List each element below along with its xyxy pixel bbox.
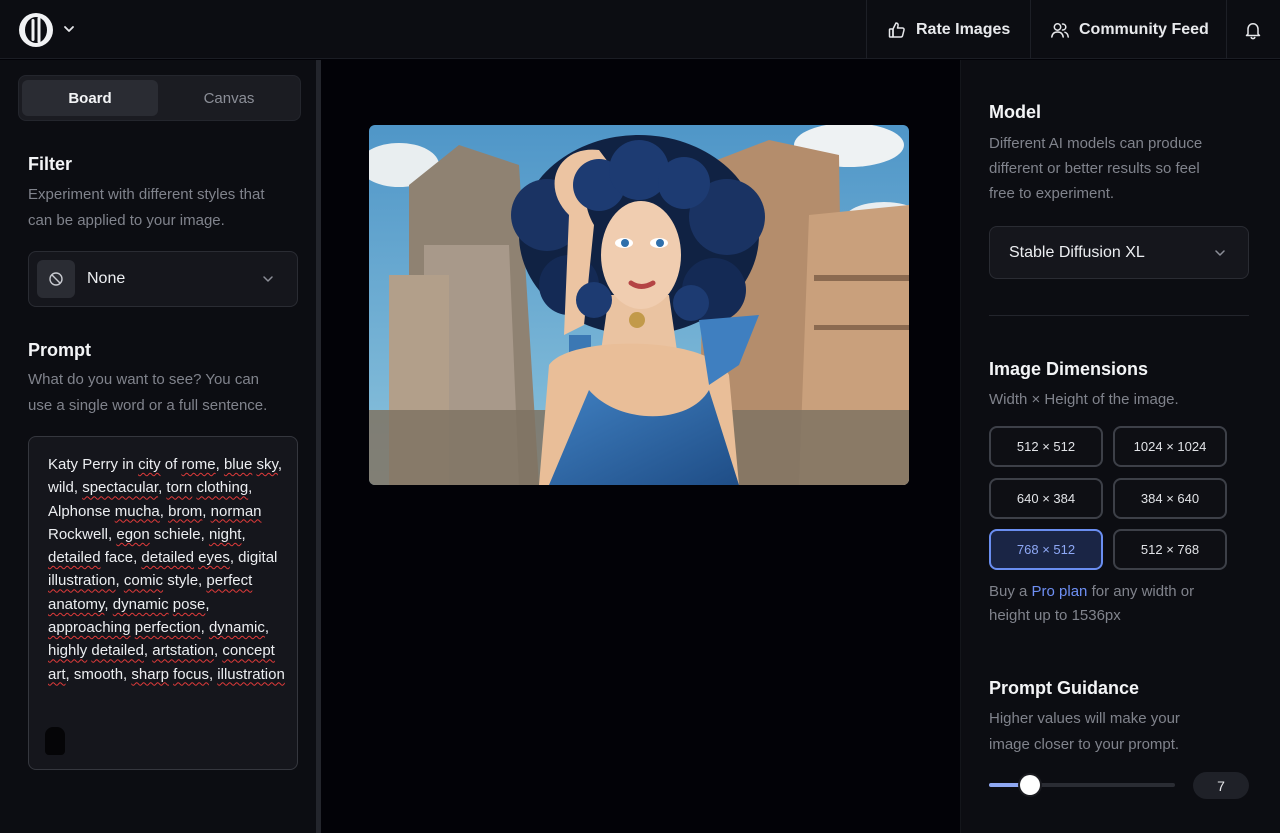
- model-value: Stable Diffusion XL: [1009, 243, 1145, 261]
- generated-image[interactable]: [369, 125, 909, 485]
- panel-divider[interactable]: [316, 60, 321, 833]
- slider-thumb[interactable]: [1019, 775, 1040, 795]
- model-desc-line: different or better results so feel: [989, 160, 1200, 177]
- chevron-down-icon: [1215, 250, 1225, 256]
- prompt-guidance-value[interactable]: 7: [1193, 772, 1249, 799]
- bell-icon: [1245, 22, 1261, 39]
- guidance-desc-line: Higher values will make your: [989, 710, 1180, 727]
- no-filter-icon: [49, 272, 63, 286]
- topbar-separator: [866, 0, 867, 59]
- prompt-guidance-description: Higher values will make your image close…: [989, 706, 1180, 758]
- dimension-option-512x512[interactable]: 512 × 512: [989, 426, 1103, 467]
- right-panel: Model Different AI models can produce di…: [960, 60, 1280, 833]
- filter-select[interactable]: None: [28, 251, 298, 307]
- chevron-down-icon[interactable]: [62, 22, 76, 36]
- filter-desc-line: Experiment with different styles that: [28, 186, 265, 203]
- users-icon: [1051, 22, 1069, 38]
- section-divider: [989, 315, 1249, 316]
- filter-value: None: [87, 270, 126, 287]
- prompt-description: What do you want to see? You can use a s…: [28, 367, 267, 419]
- topbar-separator: [1030, 0, 1031, 59]
- topbar-separator: [1226, 0, 1227, 59]
- dimension-option-640x384[interactable]: 640 × 384: [989, 478, 1103, 519]
- prompt-desc-line: What do you want to see? You can: [28, 371, 259, 388]
- filter-icon-box: [37, 260, 75, 298]
- community-feed-button[interactable]: Community Feed: [1050, 0, 1209, 59]
- image-dimensions-title: Image Dimensions: [989, 359, 1149, 379]
- dimension-option-512x768[interactable]: 512 × 768: [1113, 529, 1227, 570]
- pro-plan-line: Buy a Pro plan for any width or: [989, 580, 1194, 604]
- filter-description: Experiment with different styles that ca…: [28, 182, 265, 234]
- model-desc-line: Different AI models can produce: [989, 135, 1203, 152]
- rate-images-button[interactable]: Rate Images: [887, 0, 1010, 59]
- prompt-guidance-slider[interactable]: [989, 775, 1175, 795]
- view-mode-toggle: Board Canvas: [18, 75, 301, 121]
- tab-canvas[interactable]: Canvas: [161, 80, 297, 116]
- prompt-guidance-title: Prompt Guidance: [989, 678, 1140, 698]
- pro-plan-link[interactable]: Pro plan: [1032, 583, 1088, 600]
- guidance-desc-line: image closer to your prompt.: [989, 736, 1180, 753]
- tab-board[interactable]: Board: [22, 80, 158, 116]
- model-title: Model: [989, 102, 1041, 122]
- community-feed-label: Community Feed: [1079, 20, 1209, 38]
- thumbs-up-icon: [888, 21, 905, 38]
- cursor-blob: [45, 727, 65, 755]
- image-dimensions-description: Width × Height of the image.: [989, 391, 1179, 408]
- model-description: Different AI models can produce differen…: [989, 131, 1202, 206]
- left-panel: Board Canvas Filter Experiment with diff…: [0, 60, 316, 833]
- model-desc-line: free to experiment.: [989, 185, 1115, 202]
- rate-images-label: Rate Images: [916, 20, 1011, 38]
- pro-plan-prefix: Buy a: [989, 583, 1032, 600]
- prompt-text: Katy Perry in city of rome, blue sky, wi…: [48, 456, 285, 683]
- model-select[interactable]: Stable Diffusion XL: [989, 226, 1249, 279]
- filter-desc-line: can be applied to your image.: [28, 212, 225, 229]
- filter-title: Filter: [28, 154, 73, 174]
- dimension-option-768x512[interactable]: 768 × 512: [989, 529, 1103, 570]
- prompt-textarea[interactable]: Katy Perry in city of rome, blue sky, wi…: [28, 436, 298, 770]
- app-logo-icon[interactable]: [18, 12, 54, 48]
- dimension-option-1024x1024[interactable]: 1024 × 1024: [1113, 426, 1227, 467]
- top-bar: Rate Images Community Feed: [0, 0, 1280, 59]
- notifications-button[interactable]: [1243, 0, 1263, 59]
- pro-plan-suffix: for any width or: [1087, 583, 1195, 600]
- pro-plan-note: Buy a Pro plan for any width or height u…: [989, 580, 1194, 628]
- chevron-down-icon: [263, 276, 273, 282]
- dimension-option-384x640[interactable]: 384 × 640: [1113, 478, 1227, 519]
- pro-plan-line2: height up to 1536px: [989, 607, 1121, 624]
- prompt-title: Prompt: [28, 340, 91, 360]
- prompt-desc-line: use a single word or a full sentence.: [28, 397, 268, 414]
